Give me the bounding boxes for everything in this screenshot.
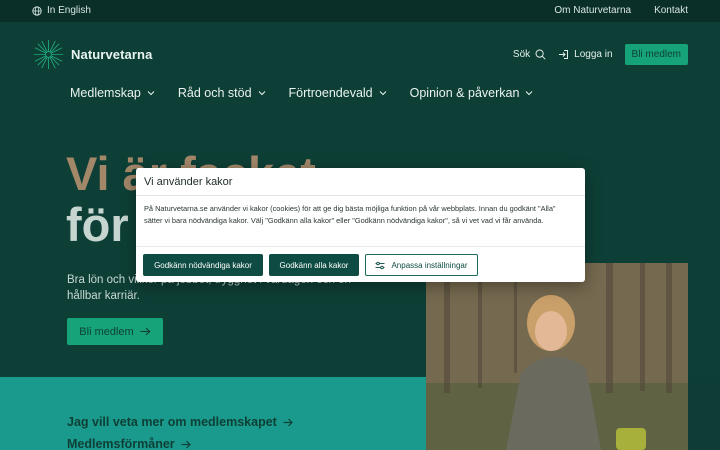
nav-item-elected[interactable]: Förtroendevald (289, 86, 387, 100)
benefits-label: Medlemsförmåner (67, 437, 175, 450)
benefits-link[interactable]: Medlemsförmåner (67, 433, 293, 450)
top-utility-bar: In English Om Naturvetarna Kontakt (0, 0, 720, 22)
logo-text: Naturvetarna (71, 47, 153, 62)
site-logo[interactable]: Naturvetarna (32, 38, 152, 71)
nav-item-advice[interactable]: Råd och stöd (178, 86, 266, 100)
login-icon (559, 50, 569, 59)
language-switch[interactable]: In English (32, 5, 91, 16)
hero-member-button[interactable]: Bli medlem (67, 318, 163, 345)
customize-cookies-button[interactable]: Anpassa inställningar (365, 254, 478, 276)
logo-emblem-icon (33, 39, 64, 70)
arrow-right-icon (140, 327, 151, 336)
sliders-icon (375, 261, 385, 269)
contact-link[interactable]: Kontakt (654, 5, 688, 16)
become-member-button[interactable]: Bli medlem (624, 44, 688, 65)
chevron-down-icon (379, 91, 386, 96)
chevron-down-icon (526, 91, 533, 96)
cookie-dialog-title: Vi använder kakor (144, 176, 233, 188)
globe-icon (32, 5, 42, 16)
accept-all-cookies-button[interactable]: Godkänn alla kakor (269, 254, 359, 276)
search-icon (535, 49, 546, 60)
chevron-down-icon (258, 91, 265, 96)
nav-label: Opinion & påverkan (409, 86, 520, 100)
arrow-right-icon (283, 418, 293, 426)
photo-image (426, 263, 688, 450)
login-label: Logga in (574, 49, 613, 60)
cookie-dialog-text: På Naturvetarna.se använder vi kakor (co… (144, 204, 556, 225)
nav-label: Råd och stöd (177, 86, 252, 100)
membership-info-label: Jag vill veta mer om medlemskapet (67, 415, 277, 429)
cookie-consent-dialog: Vi använder kakor På Naturvetarna.se anv… (136, 168, 585, 282)
search-label: Sök (512, 49, 531, 60)
customize-label: Anpassa inställningar (391, 260, 468, 270)
nav-item-opinion[interactable]: Opinion & påverkan (410, 86, 534, 100)
membership-info-link[interactable]: Jag vill veta mer om medlemskapet (67, 411, 293, 433)
divider (136, 195, 585, 196)
language-label: In English (47, 5, 91, 16)
divider (136, 246, 585, 247)
nav-label: Förtroendevald (288, 86, 373, 100)
hero-cta-label: Bli medlem (79, 325, 134, 338)
arrow-right-icon (181, 440, 191, 448)
accept-necessary-cookies-button[interactable]: Godkänn nödvändiga kakor (143, 254, 263, 276)
about-link[interactable]: Om Naturvetarna (554, 5, 631, 16)
chevron-down-icon (147, 91, 155, 96)
hero-photo (426, 263, 688, 450)
login-button[interactable]: Logga in (558, 49, 613, 60)
search-button[interactable]: Sök (513, 49, 546, 60)
main-navigation: Medlemskap Råd och stöd Förtroendevald O… (70, 86, 533, 100)
nav-item-membership[interactable]: Medlemskap (70, 86, 155, 100)
nav-label: Medlemskap (70, 86, 141, 100)
